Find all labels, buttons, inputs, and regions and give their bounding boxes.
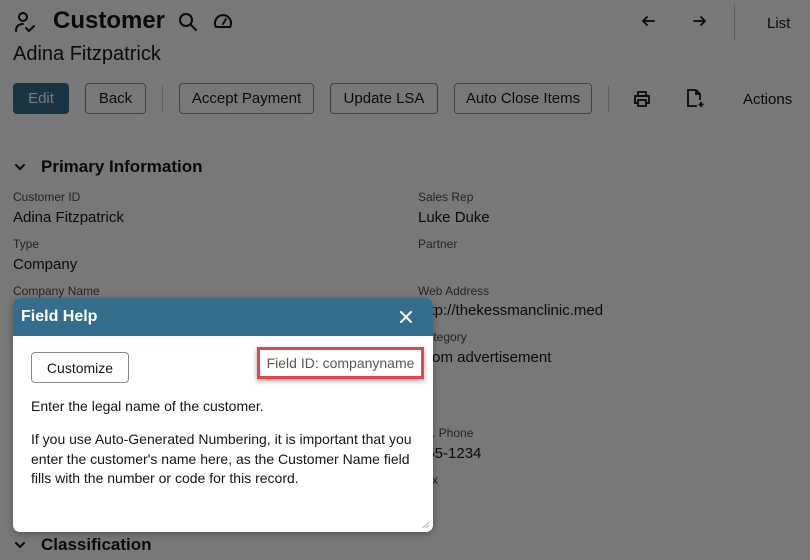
field-id-label: Field ID: companyname bbox=[257, 347, 424, 379]
customize-button[interactable]: Customize bbox=[31, 352, 129, 383]
resize-handle-icon[interactable] bbox=[422, 521, 430, 529]
dialog-header[interactable]: Field Help bbox=[13, 298, 433, 336]
field-help-dialog: Field Help Customize Field ID: companyna… bbox=[13, 298, 433, 532]
help-text-primary: Enter the legal name of the customer. bbox=[31, 398, 264, 414]
close-icon[interactable] bbox=[398, 309, 414, 325]
dialog-title: Field Help bbox=[21, 308, 98, 325]
help-text-secondary: If you use Auto-Generated Numbering, it … bbox=[31, 431, 412, 486]
